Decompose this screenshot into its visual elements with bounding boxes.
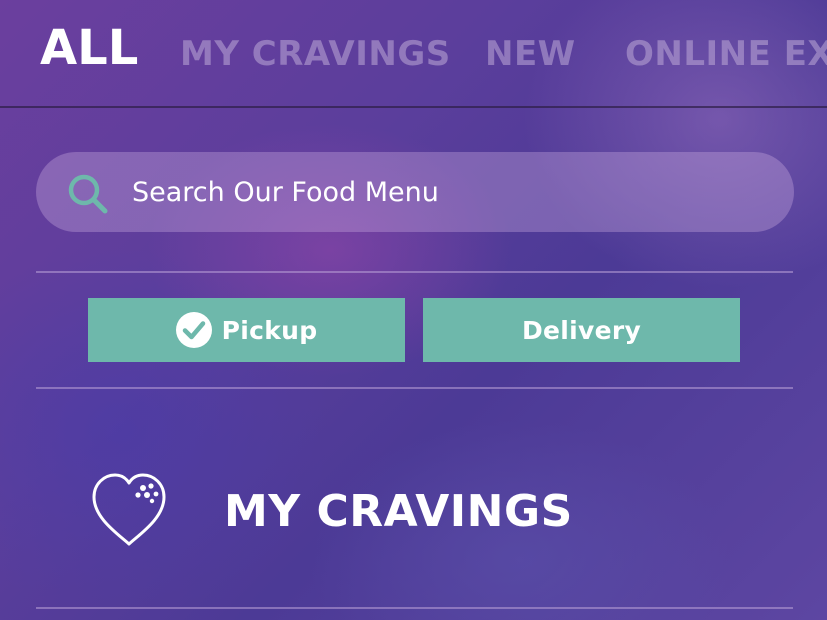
- pickup-button[interactable]: Pickup: [88, 298, 405, 362]
- divider: [36, 387, 793, 389]
- search-bar[interactable]: [36, 152, 794, 232]
- search-input[interactable]: [132, 170, 752, 214]
- delivery-label: Delivery: [521, 315, 642, 345]
- search-icon: [66, 172, 110, 216]
- heart-icon: [88, 470, 170, 550]
- divider: [36, 607, 793, 609]
- tab-online[interactable]: ONLINE EX: [625, 30, 827, 78]
- my-cravings-section[interactable]: MY CRAVINGS: [36, 430, 793, 590]
- tab-my-cravings[interactable]: MY CRAVINGS: [180, 30, 451, 78]
- divider: [36, 271, 793, 273]
- section-title: MY CRAVINGS: [224, 486, 573, 537]
- tab-all[interactable]: ALL: [40, 24, 138, 72]
- delivery-button[interactable]: Delivery: [423, 298, 740, 362]
- category-tabs: ALL MY CRAVINGS NEW ONLINE EX: [0, 0, 827, 108]
- tab-new[interactable]: NEW: [485, 30, 576, 78]
- check-circle-icon: [175, 312, 212, 348]
- pickup-label: Pickup: [221, 315, 318, 345]
